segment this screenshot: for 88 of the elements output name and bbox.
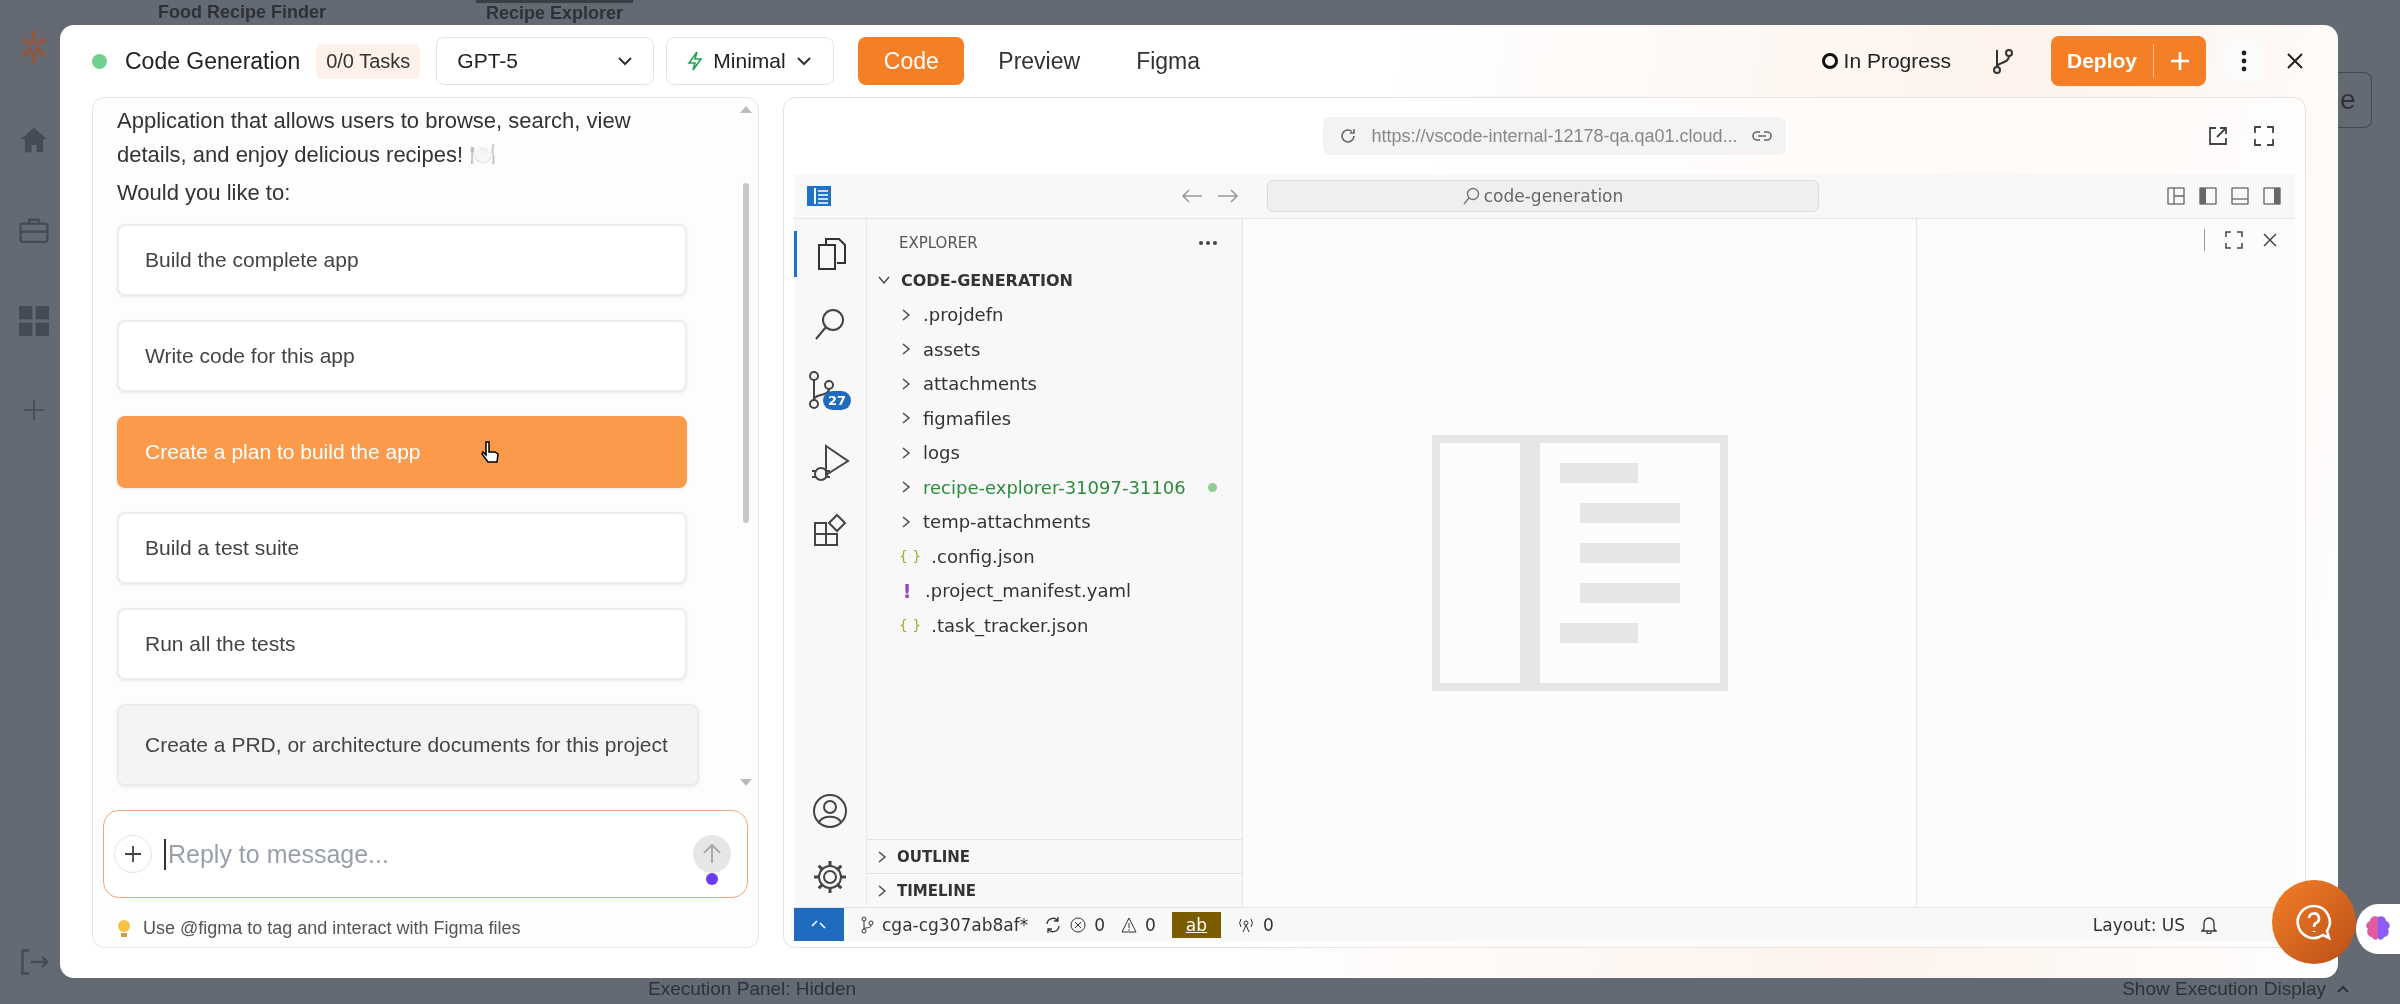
- tree-item[interactable]: .task_tracker.json: [931, 614, 1089, 636]
- assistant-message: Application that allows users to browse, search, view details, and enjoy delicious recipes! 🍽: [117, 107, 632, 169]
- toggle-sidebar-icon[interactable]: [2199, 187, 2217, 205]
- more-actions-icon[interactable]: [1198, 240, 1218, 246]
- tree-item[interactable]: logs: [923, 442, 960, 464]
- suggestion-option[interactable]: Run all the tests: [117, 608, 687, 680]
- tree-item[interactable]: .projdefn: [923, 304, 1004, 326]
- chevron-down-icon: [795, 56, 812, 66]
- run-debug-icon[interactable]: [810, 443, 850, 483]
- mode-dropdown[interactable]: Minimal: [666, 37, 835, 85]
- reload-icon[interactable]: [1339, 127, 1358, 145]
- more-vertical-icon: [2241, 50, 2247, 72]
- account-icon[interactable]: [812, 793, 848, 829]
- notifications-icon[interactable]: [2201, 915, 2217, 934]
- forward-arrow-icon[interactable]: [1216, 188, 1239, 204]
- back-arrow-icon[interactable]: [1180, 188, 1203, 204]
- error-count[interactable]: 0: [1094, 914, 1106, 935]
- tree-item[interactable]: .project_manifest.yaml: [925, 580, 1131, 602]
- progress-status: In Progress: [1843, 49, 1951, 73]
- panel-section-header[interactable]: TIMELINE: [867, 873, 1242, 907]
- fullscreen-icon[interactable]: [2253, 125, 2275, 147]
- suggestion-option[interactable]: Build a test suite: [117, 512, 687, 584]
- error-icon: [1070, 916, 1087, 933]
- more-button[interactable]: [2224, 39, 2264, 83]
- search-icon: [1461, 187, 1480, 205]
- message-input[interactable]: Reply to message...: [164, 838, 681, 870]
- tree-item[interactable]: CODE-GENERATION: [901, 270, 1073, 290]
- help-icon: [2294, 902, 2334, 942]
- sync-icon[interactable]: [1044, 915, 1063, 934]
- model-dropdown[interactable]: GPT-5: [436, 37, 655, 85]
- assistant-button[interactable]: [2356, 904, 2400, 954]
- branch-icon[interactable]: [1991, 47, 2015, 75]
- tree-item[interactable]: .config.json: [931, 545, 1035, 567]
- toggle-secondary-sidebar-icon[interactable]: [2263, 187, 2281, 205]
- execution-panel-label: Execution Panel: Hidden: [648, 978, 857, 1000]
- composer-box[interactable]: Reply to message...: [103, 810, 748, 898]
- lightning-icon: [687, 51, 704, 71]
- close-icon[interactable]: [2263, 233, 2277, 247]
- maximize-icon[interactable]: [2225, 231, 2243, 249]
- modal-title: Code Generation: [125, 47, 301, 75]
- settings-icon[interactable]: [812, 859, 848, 895]
- tasks-badge: 0/0 Tasks: [316, 43, 421, 79]
- tree-item[interactable]: assets: [923, 338, 981, 360]
- warning-count[interactable]: 0: [1145, 914, 1156, 935]
- chevron-down-icon: [617, 56, 634, 66]
- broadcast-icon: [1237, 916, 1256, 933]
- vscode-menu-icon[interactable]: [806, 185, 832, 207]
- plus-icon: [124, 845, 142, 863]
- suggestion-option[interactable]: Build the complete app: [117, 224, 687, 296]
- tree-item[interactable]: figmafiles: [923, 407, 1012, 429]
- warning-icon: [1121, 916, 1138, 933]
- suggestion-option[interactable]: Create a PRD, or architecture documents for this project: [117, 704, 699, 786]
- tree-item[interactable]: attachments: [923, 373, 1037, 395]
- link-icon[interactable]: [1751, 130, 1772, 142]
- logo-icon: [21, 30, 47, 64]
- ports-count[interactable]: 0: [1263, 914, 1274, 935]
- explorer-title: EXPLORER: [899, 234, 978, 252]
- search-icon[interactable]: [814, 307, 846, 341]
- changes-count-badge: 27: [823, 391, 852, 410]
- progress-ring-icon: [1821, 53, 1838, 69]
- file-type-icon: { }: [899, 548, 922, 565]
- lightbulb-icon: [117, 918, 131, 939]
- extensions-icon[interactable]: [813, 513, 847, 547]
- layout-icon[interactable]: [2167, 187, 2185, 205]
- toggle-panel-icon[interactable]: [2231, 187, 2249, 205]
- close-icon[interactable]: [2286, 52, 2304, 70]
- keyboard-layout-status[interactable]: Layout: US: [2092, 914, 2185, 935]
- panel-section-header[interactable]: OUTLINE: [867, 839, 1242, 873]
- view-tab[interactable]: Figma: [1114, 37, 1223, 85]
- branch-icon: [860, 915, 874, 934]
- file-type-icon: !: [899, 579, 915, 602]
- arrow-up-icon: [702, 843, 722, 865]
- status-chip[interactable]: ab: [1171, 911, 1222, 938]
- view-tab[interactable]: Preview: [976, 37, 1103, 85]
- open-external-icon[interactable]: [2207, 125, 2229, 147]
- tree-item[interactable]: temp-attachments: [923, 511, 1091, 533]
- command-search-field[interactable]: code-generation: [1266, 180, 1819, 212]
- modified-dot: [1207, 482, 1217, 492]
- indicator-dot: [706, 873, 718, 885]
- pointer-cursor-icon: [480, 440, 499, 464]
- file-type-icon: { }: [899, 617, 922, 634]
- suggestion-option[interactable]: Write code for this app: [117, 320, 687, 392]
- url-text: https://vscode-internal-12178-qa.qa01.cloud...: [1371, 125, 1738, 147]
- question-text: Would you like to:: [117, 179, 292, 207]
- hint-text: Use @figma to tag and interact with Figma files: [143, 918, 521, 939]
- tree-item[interactable]: recipe-explorer-31097-31106: [923, 476, 1186, 498]
- branch-status[interactable]: cga-cg307ab8af*: [882, 914, 1029, 935]
- status-dot: [92, 53, 107, 69]
